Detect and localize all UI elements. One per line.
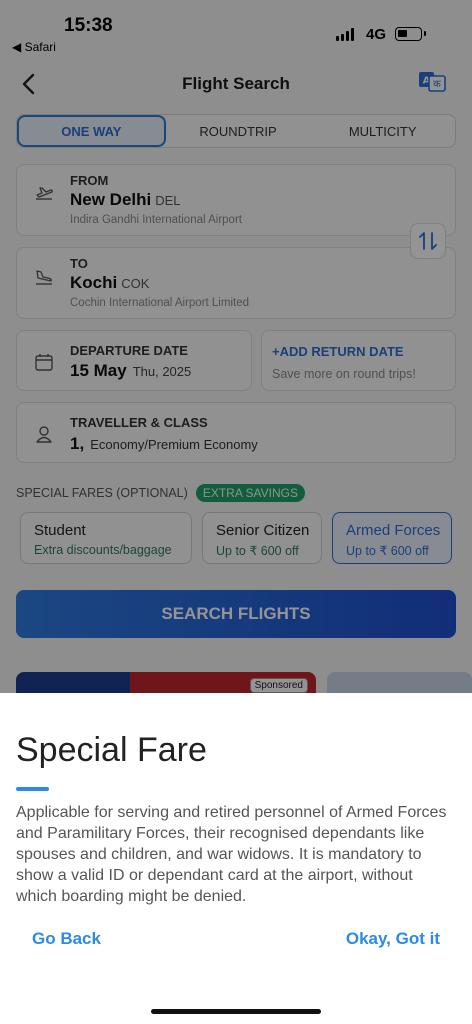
sheet-description: Applicable for serving and retired perso…	[16, 804, 447, 905]
sheet-title: Special Fare	[16, 731, 207, 769]
home-indicator[interactable]	[151, 1009, 321, 1014]
special-fare-sheet: Special Fare Applicable for serving and …	[0, 693, 472, 1024]
title-accent-divider	[16, 787, 49, 791]
okay-got-it-button[interactable]: Okay, Got it	[346, 929, 440, 949]
go-back-button[interactable]: Go Back	[32, 929, 101, 949]
modal-backdrop[interactable]	[0, 0, 472, 693]
